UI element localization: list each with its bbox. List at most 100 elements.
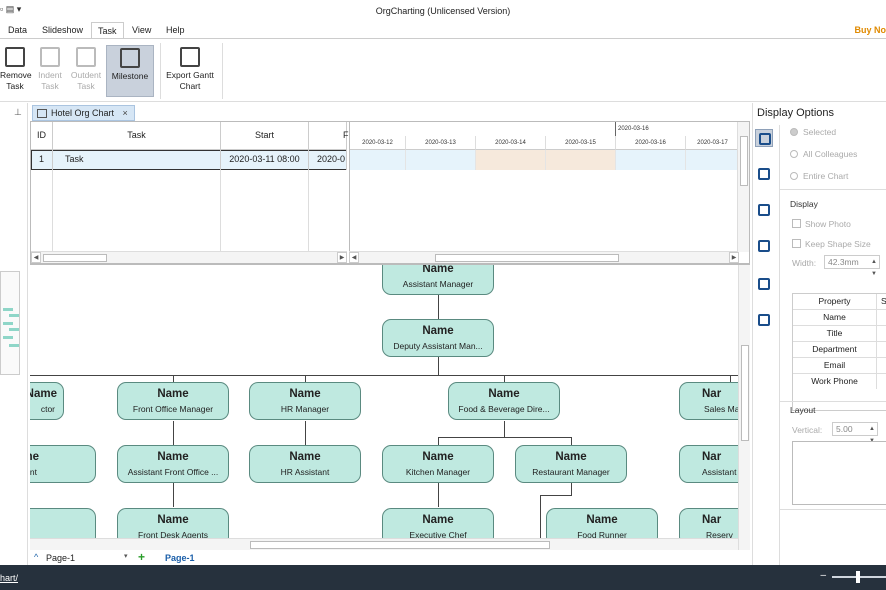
keep-shape-size-checkbox[interactable]: Keep Shape Size	[792, 239, 871, 249]
timeline-hscrollbar[interactable]: ◀ ▶	[349, 251, 739, 263]
node-title: Assistant Manager	[402, 279, 474, 289]
search-icon[interactable]	[755, 311, 773, 329]
table-row[interactable]: Department	[793, 342, 886, 358]
scroll-thumb[interactable]	[741, 345, 749, 441]
show-photo-checkbox[interactable]: Show Photo	[792, 219, 851, 229]
list-icon[interactable]	[755, 201, 773, 219]
milestone-button[interactable]: Milestone	[106, 45, 154, 97]
org-node[interactable]: Name Assistant Manager	[382, 265, 494, 295]
canvas-vscrollbar[interactable]	[738, 265, 750, 550]
gantt-vscrollbar[interactable]	[737, 122, 749, 252]
col-header-finish[interactable]: F	[309, 122, 349, 150]
status-link[interactable]: hart/	[0, 573, 18, 583]
radio-all-colleagues[interactable]: All Colleagues	[790, 149, 857, 159]
scroll-thumb[interactable]	[740, 136, 748, 186]
connector-line	[173, 483, 174, 507]
scroll-left-icon[interactable]: ◀	[31, 252, 41, 263]
indent-task-icon	[40, 47, 60, 67]
org-node[interactable]: Name Food & Beverage Dire...	[448, 382, 560, 420]
scroll-right-icon[interactable]: ▶	[729, 252, 739, 263]
org-node[interactable]: Name Assistant Front Office ...	[117, 445, 229, 483]
grid-column	[221, 170, 309, 252]
zoom-out-icon[interactable]: –	[820, 570, 826, 581]
hierarchy-icon[interactable]	[755, 275, 773, 293]
tab-help[interactable]: Help	[160, 22, 191, 39]
node-title: HR Manager	[280, 404, 330, 414]
scroll-thumb[interactable]	[43, 254, 107, 262]
property-name: Department	[793, 342, 877, 357]
org-node[interactable]: Name HR Assistant	[249, 445, 361, 483]
outdent-task-button[interactable]: Outdent Task	[68, 45, 104, 92]
scroll-right-icon[interactable]: ▶	[337, 252, 347, 263]
node-title: ountant	[30, 467, 37, 477]
org-node[interactable]: ame ountant	[30, 445, 96, 483]
tab-data[interactable]: Data	[2, 22, 33, 39]
stepper-arrows-icon[interactable]: ▲▼	[871, 256, 877, 280]
export-gantt-button[interactable]: Export Gantt Chart	[162, 45, 218, 92]
chevron-down-icon[interactable]: ▾	[124, 552, 128, 560]
col-header-task[interactable]: Task	[53, 122, 221, 150]
connector-line	[438, 437, 439, 445]
add-page-icon[interactable]: +	[138, 550, 145, 564]
document-tab[interactable]: Hotel Org Chart ×	[32, 105, 135, 121]
table-row[interactable]: Name	[793, 310, 886, 326]
node-name: Name	[157, 451, 189, 463]
divider	[780, 189, 886, 190]
connector-line	[438, 295, 439, 319]
org-node[interactable]: Name Kitchen Manager	[382, 445, 494, 483]
org-node[interactable]: Name Front Office Manager	[117, 382, 229, 420]
display-options-icon[interactable]	[755, 129, 773, 147]
zoom-slider-handle[interactable]	[856, 571, 860, 583]
node-name: Name	[422, 325, 454, 337]
canvas-hscrollbar[interactable]	[30, 538, 738, 550]
radio-selected[interactable]: Selected	[790, 127, 836, 137]
panel-icon-bar	[753, 125, 775, 365]
day-cell	[616, 150, 686, 170]
layout-section-label: Layout	[790, 405, 816, 415]
vertical-stepper[interactable]: 5.00▲▼	[832, 422, 878, 444]
scroll-thumb[interactable]	[435, 254, 619, 262]
style-icon[interactable]	[755, 165, 773, 183]
chevron-up-icon[interactable]: ^	[34, 552, 38, 562]
property-header: Property	[793, 294, 877, 309]
org-node[interactable]: Name ctor	[30, 382, 64, 420]
buy-now-link[interactable]: Buy No	[855, 25, 886, 35]
org-node[interactable]: Name Restaurant Manager	[515, 445, 627, 483]
width-stepper[interactable]: 42.3mm ▲ ▼	[824, 255, 880, 277]
col-header-start[interactable]: Start	[221, 122, 309, 150]
table-icon[interactable]	[755, 237, 773, 255]
org-node[interactable]: Name HR Manager	[249, 382, 361, 420]
date-header: 2020-03-13	[406, 136, 476, 150]
org-chart-canvas[interactable]: Name Assistant Manager Name Deputy Assista…	[30, 264, 750, 550]
tab-slideshow[interactable]: Slideshow	[36, 22, 89, 39]
page-thumbnail[interactable]	[0, 271, 20, 375]
org-node[interactable]: Name Deputy Assistant Man...	[382, 319, 494, 357]
tab-page-1[interactable]: Page-1	[165, 553, 195, 563]
close-icon[interactable]: ×	[123, 108, 128, 118]
remove-task-button[interactable]: Remove Task	[0, 45, 32, 92]
node-name: Name	[289, 388, 321, 400]
table-row[interactable]: Title	[793, 326, 886, 342]
table-hscrollbar[interactable]: ◀ ▶	[31, 251, 347, 263]
page-selector[interactable]: Page-1	[46, 553, 75, 563]
node-name: Name	[422, 451, 454, 463]
display-section-label: Display	[790, 199, 818, 209]
node-name: Name	[157, 514, 189, 526]
scroll-thumb[interactable]	[250, 541, 550, 549]
pin-icon[interactable]: ⊥	[14, 107, 22, 118]
grid-column	[53, 170, 221, 252]
tab-view[interactable]: View	[126, 22, 157, 39]
node-name: Name	[488, 388, 520, 400]
radio-entire-chart[interactable]: Entire Chart	[790, 171, 848, 181]
scroll-left-icon[interactable]: ◀	[349, 252, 359, 263]
menu-bar: Data Slideshow Task View Help Buy No	[0, 22, 886, 39]
col-header-id[interactable]: ID	[31, 122, 53, 150]
export-gantt-label: Export Gantt Chart	[166, 70, 214, 91]
table-row[interactable]: Work Phone	[793, 374, 886, 390]
tab-task[interactable]: Task	[91, 22, 124, 39]
indent-task-button[interactable]: Indent Task	[34, 45, 66, 92]
table-row[interactable]: Email	[793, 358, 886, 374]
zoom-slider[interactable]	[832, 571, 886, 583]
remove-task-icon	[5, 47, 25, 67]
date-header: 2020-03-12	[350, 136, 406, 150]
